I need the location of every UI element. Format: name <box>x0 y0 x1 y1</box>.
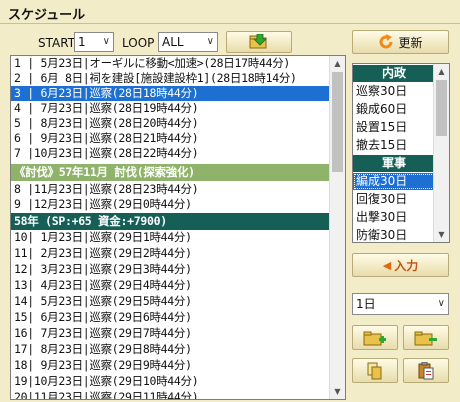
window-titlebar: スケジュール <box>0 0 460 24</box>
refresh-button-label: 更新 <box>398 35 423 50</box>
command-item[interactable]: 出撃30日 <box>353 209 435 226</box>
schedule-row[interactable]: 19|10月23日|巡察(29日10時44分) <box>11 374 331 389</box>
scroll-down-icon[interactable]: ▼ <box>434 227 449 242</box>
year-header-row[interactable]: 58年 (SP:+65 資金:+7900) <box>11 213 331 230</box>
schedule-row[interactable]: 11| 2月23日|巡察(29日2時44分) <box>11 246 331 261</box>
command-item[interactable]: 巡察30日 <box>353 83 435 100</box>
folder-arrow-icon <box>249 34 267 49</box>
schedule-row[interactable]: 4 | 7月23日|巡察(28日19時44分) <box>11 101 331 116</box>
scrollbar-thumb[interactable] <box>332 72 343 172</box>
schedule-row[interactable]: 15| 6月23日|巡察(29日6時44分) <box>11 310 331 325</box>
schedule-row[interactable]: 10| 1月23日|巡察(29日1時44分) <box>11 230 331 245</box>
scroll-up-icon[interactable]: ▲ <box>434 64 449 79</box>
start-label: START <box>38 36 76 50</box>
command-list[interactable]: 内政 巡察30日 鍛成60日 設置15日 撤去15日 軍事 編成30日 回復30… <box>352 63 450 243</box>
start-select[interactable]: 1 ∨ <box>74 32 114 52</box>
schedule-row[interactable]: 20|11月23日|巡察(29日11時44分) <box>11 390 331 399</box>
scroll-down-icon[interactable]: ▼ <box>330 384 345 399</box>
chevron-down-icon: ∨ <box>206 36 214 47</box>
paste-button[interactable] <box>403 358 449 383</box>
schedule-row[interactable]: 18| 9月23日|巡察(29日9時44分) <box>11 358 331 373</box>
refresh-button[interactable]: 更新 <box>352 30 449 54</box>
loop-label: LOOP <box>122 36 155 50</box>
command-scrollbar[interactable]: ▲ ▼ <box>433 64 449 242</box>
command-item[interactable]: 設置15日 <box>353 119 435 136</box>
copy-icon <box>367 362 382 379</box>
remove-folder-button[interactable] <box>403 325 449 350</box>
schedule-row[interactable]: 14| 5月23日|巡察(29日5時44分) <box>11 294 331 309</box>
schedule-row[interactable]: 13| 4月23日|巡察(29日4時44分) <box>11 278 331 293</box>
load-schedule-button[interactable] <box>226 31 292 53</box>
schedule-row[interactable]: 17| 8月23日|巡察(29日8時44分) <box>11 342 331 357</box>
command-category-header: 内政 <box>353 65 435 82</box>
command-item-selected[interactable]: 編成30日 <box>353 173 435 190</box>
input-button[interactable]: ◀ 入力 <box>352 253 449 277</box>
schedule-row[interactable]: 6 | 9月23日|巡察(28日21時44分) <box>11 131 331 146</box>
schedule-row[interactable]: 7 |10月23日|巡察(28日22時44分) <box>11 146 331 161</box>
command-item[interactable]: 鍛成60日 <box>353 101 435 118</box>
duration-select-value: 1日 <box>356 297 376 311</box>
event-row[interactable]: 《討伐》57年11月 討伐(探索強化) <box>11 164 331 181</box>
scrollbar-thumb[interactable] <box>436 80 447 136</box>
command-category-header: 軍事 <box>353 155 435 172</box>
chevron-down-icon: ∨ <box>102 36 110 47</box>
command-item[interactable]: 撤去15日 <box>353 137 435 154</box>
chevron-down-icon: ∨ <box>437 298 445 309</box>
scroll-up-icon[interactable]: ▲ <box>330 56 345 71</box>
schedule-list[interactable]: 1 | 5月23日|オーギルに移動<加速>(28日17時44分) 2 | 6月 … <box>10 55 346 400</box>
schedule-scrollbar[interactable]: ▲ ▼ <box>329 56 345 399</box>
arrow-left-icon: ◀ <box>382 258 392 272</box>
schedule-row[interactable]: 9 |12月23日|巡察(29日0時44分) <box>11 197 331 212</box>
schedule-row[interactable]: 5 | 8月23日|巡察(28日20時44分) <box>11 116 331 131</box>
schedule-row-selected[interactable]: 3 | 6月23日|巡察(28日18時44分) <box>11 86 331 101</box>
refresh-icon <box>380 34 393 49</box>
folder-add-icon <box>363 331 386 345</box>
schedule-row[interactable]: 1 | 5月23日|オーギルに移動<加速>(28日17時44分) <box>11 56 331 71</box>
schedule-row[interactable]: 16| 7月23日|巡察(29日7時44分) <box>11 326 331 341</box>
schedule-row[interactable]: 2 | 6月 8日|祠を建設[施設建設枠1](28日18時14分) <box>11 71 331 86</box>
window-title: スケジュール <box>8 8 86 23</box>
loop-select-value: ALL <box>162 35 184 49</box>
add-folder-button[interactable] <box>352 325 398 350</box>
folder-remove-icon <box>414 331 437 345</box>
input-button-label: 入力 <box>394 258 419 273</box>
start-select-value: 1 <box>78 35 86 49</box>
command-item[interactable]: 防衛30日 <box>353 227 435 242</box>
duration-select[interactable]: 1日 ∨ <box>352 293 449 315</box>
schedule-row[interactable]: 8 |11月23日|巡察(28日23時44分) <box>11 182 331 197</box>
paste-icon <box>418 361 434 379</box>
loop-select[interactable]: ALL ∨ <box>158 32 218 52</box>
copy-button[interactable] <box>352 358 398 383</box>
command-item[interactable]: 回復30日 <box>353 191 435 208</box>
schedule-row[interactable]: 12| 3月23日|巡察(29日3時44分) <box>11 262 331 277</box>
